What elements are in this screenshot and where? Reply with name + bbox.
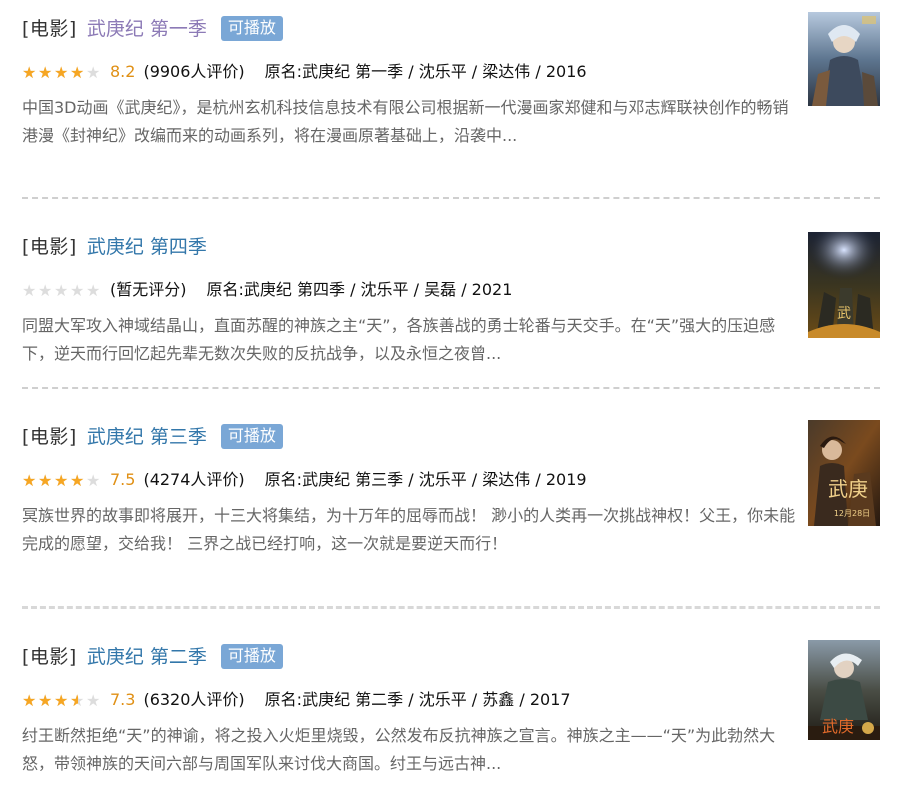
star-icon: ★ [38,281,52,300]
poster-image[interactable] [808,12,880,106]
star-icon: ★ [70,281,84,300]
category-label: [电影] [22,18,77,40]
result-title-link[interactable]: 武庚纪 第一季 [87,18,207,40]
playable-badge[interactable]: 可播放 [220,16,283,41]
result-title-link[interactable]: 武庚纪 第二季 [87,646,207,668]
category-label: [电影] [22,426,77,448]
result-header: [电影] 武庚纪 第四季 [22,232,207,262]
result-description: 同盟大军攻入神域结晶山，直面苏醒的神族之主“天”，各族善战的勇士轮番与天交手。在… [22,316,776,363]
poster-image[interactable]: 武庚 12月28日 [808,420,880,526]
star-icon: ★ [86,691,100,710]
rating-info: ★ ★ ★ ★ ★ ★ ★ ★ ★ 7.5 (4274人评价) 原名:武庚纪 第三季 / 沈乐平 / … [22,466,587,490]
separator [22,387,880,389]
rating-stars: ★ ★ ★ ★ ★ ★ ★ ★ ★ [22,691,102,710]
rating-stars: ★ ★ ★ ★ ★ ★ ★ ★ ★ [22,471,102,490]
star-icon: ★ ★ [38,63,52,82]
separator [22,197,880,199]
star-icon: ★ ★ [70,691,84,710]
rating-info: ★ ★ ★ ★ ★ (暂无评分) 原名:武庚纪 第四季 / 沈乐平 / 吴磊 / 2021 [22,276,512,300]
original-info: 原名:武庚纪 第三季 / 沈乐平 / 梁达伟 / 2019 [264,470,587,489]
rating-count: (暂无评分) [110,280,187,299]
star-icon: ★ [86,471,100,490]
result-header: [电影] 武庚纪 第一季 可播放 [22,14,283,44]
result-header: [电影] 武庚纪 第二季 可播放 [22,642,283,672]
category-label: [电影] [22,646,77,668]
star-icon: ★ [86,281,100,300]
rating-count: (6320人评价) [143,690,245,709]
original-info: 原名:武庚纪 第一季 / 沈乐平 / 梁达伟 / 2016 [264,62,587,81]
star-icon: ★ ★ [22,691,36,710]
result-description: 冥族世界的故事即将展开，十三大将集结，为十万年的屈辱而战！ 渺小的人类再一次挑战… [22,506,796,553]
original-info: 原名:武庚纪 第二季 / 沈乐平 / 苏鑫 / 2017 [264,690,571,709]
star-icon: ★ [86,63,100,82]
star-icon: ★ ★ [22,471,36,490]
star-icon: ★ ★ [54,471,68,490]
result-description: 纣王断然拒绝“天”的神谕，将之投入火炬里烧毁，公然发布反抗神族之宣言。神族之主—… [22,726,776,773]
result-title-link[interactable]: 武庚纪 第三季 [87,426,207,448]
star-icon: ★ [22,281,36,300]
rating-stars: ★ ★ ★ ★ ★ [22,281,102,300]
svg-text:武庚: 武庚 [822,717,854,736]
rating-info: ★ ★ ★ ★ ★ ★ ★ ★ ★ 8.2 (9906人评价) 原名:武庚纪 第一季 / 沈乐平 / … [22,58,587,82]
result-description: 中国3D动画《武庚纪》，是杭州玄机科技信息技术有限公司根据新一代漫画家郑健和与邓… [22,98,789,145]
star-icon: ★ [54,281,68,300]
star-icon: ★ ★ [70,63,84,82]
star-icon: ★ ★ [22,63,36,82]
star-icon: ★ ★ [38,471,52,490]
star-icon: ★ ★ [70,471,84,490]
svg-text:12月28日: 12月28日 [834,509,870,518]
svg-text:武: 武 [837,306,851,322]
star-icon: ★ ★ [38,691,52,710]
star-icon: ★ ★ [54,691,68,710]
poster-image[interactable]: 武庚 [808,640,880,740]
rating-count: (9906人评价) [143,62,245,81]
original-info: 原名:武庚纪 第四季 / 沈乐平 / 吴磊 / 2021 [206,280,513,299]
rating-info: ★ ★ ★ ★ ★ ★ ★ ★ ★ 7.3 (6320人评价) 原名:武庚纪 第二季 / 沈乐平 / … [22,686,571,710]
category-label: [电影] [22,236,77,258]
result-header: [电影] 武庚纪 第三季 可播放 [22,422,283,452]
separator [22,606,880,609]
rating-count: (4274人评价) [143,470,245,489]
rating-score: 7.5 [110,470,136,489]
playable-badge[interactable]: 可播放 [220,644,283,669]
svg-text:武庚: 武庚 [828,477,868,501]
rating-score: 7.3 [110,690,136,709]
result-title-link[interactable]: 武庚纪 第四季 [87,236,207,258]
rating-score: 8.2 [110,62,136,81]
star-icon: ★ ★ [54,63,68,82]
rating-stars: ★ ★ ★ ★ ★ ★ ★ ★ ★ [22,63,102,82]
playable-badge[interactable]: 可播放 [220,424,283,449]
poster-image[interactable]: 武 [808,232,880,338]
